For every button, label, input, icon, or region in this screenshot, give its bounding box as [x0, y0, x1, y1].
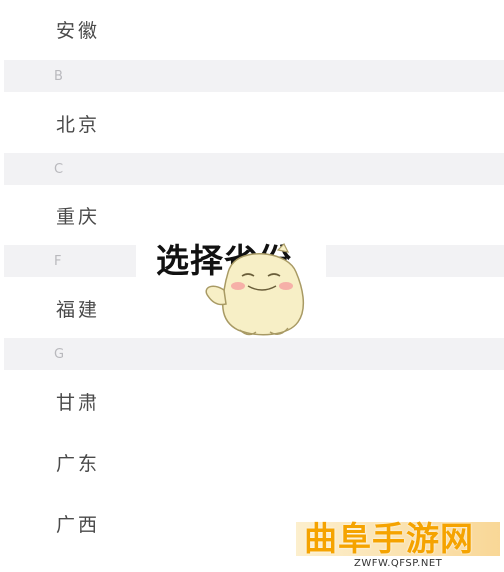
- section-letter: F: [54, 253, 62, 269]
- watermark-url: ZWFW.QFSP.NET: [354, 558, 443, 569]
- province-item-beijing[interactable]: 北京: [0, 94, 504, 152]
- watermark-brand: 曲阜手游网: [304, 519, 474, 558]
- section-letter: C: [54, 161, 64, 177]
- province-label: 安徽: [56, 19, 101, 42]
- province-label: 广西: [56, 513, 101, 536]
- section-header-c: C: [4, 153, 504, 185]
- section-header-b: B: [4, 60, 504, 92]
- site-watermark: 曲阜手游网 ZWFW.QFSP.NET: [296, 512, 500, 572]
- province-label: 重庆: [56, 205, 101, 228]
- province-item-gansu[interactable]: 甘肃: [0, 372, 504, 430]
- province-label: 北京: [56, 113, 101, 136]
- section-letter: B: [54, 68, 63, 84]
- province-label: 广东: [56, 452, 101, 475]
- province-label: 甘肃: [56, 391, 101, 414]
- province-item-anhui[interactable]: 安徽: [0, 0, 504, 58]
- province-label: 福建: [56, 298, 101, 321]
- province-item-guangdong[interactable]: 广东: [0, 433, 504, 491]
- duck-mascot-icon: [205, 242, 305, 336]
- select-province-overlay: 选择省份: [136, 234, 326, 336]
- section-header-g: G: [4, 338, 504, 370]
- section-letter: G: [54, 346, 65, 362]
